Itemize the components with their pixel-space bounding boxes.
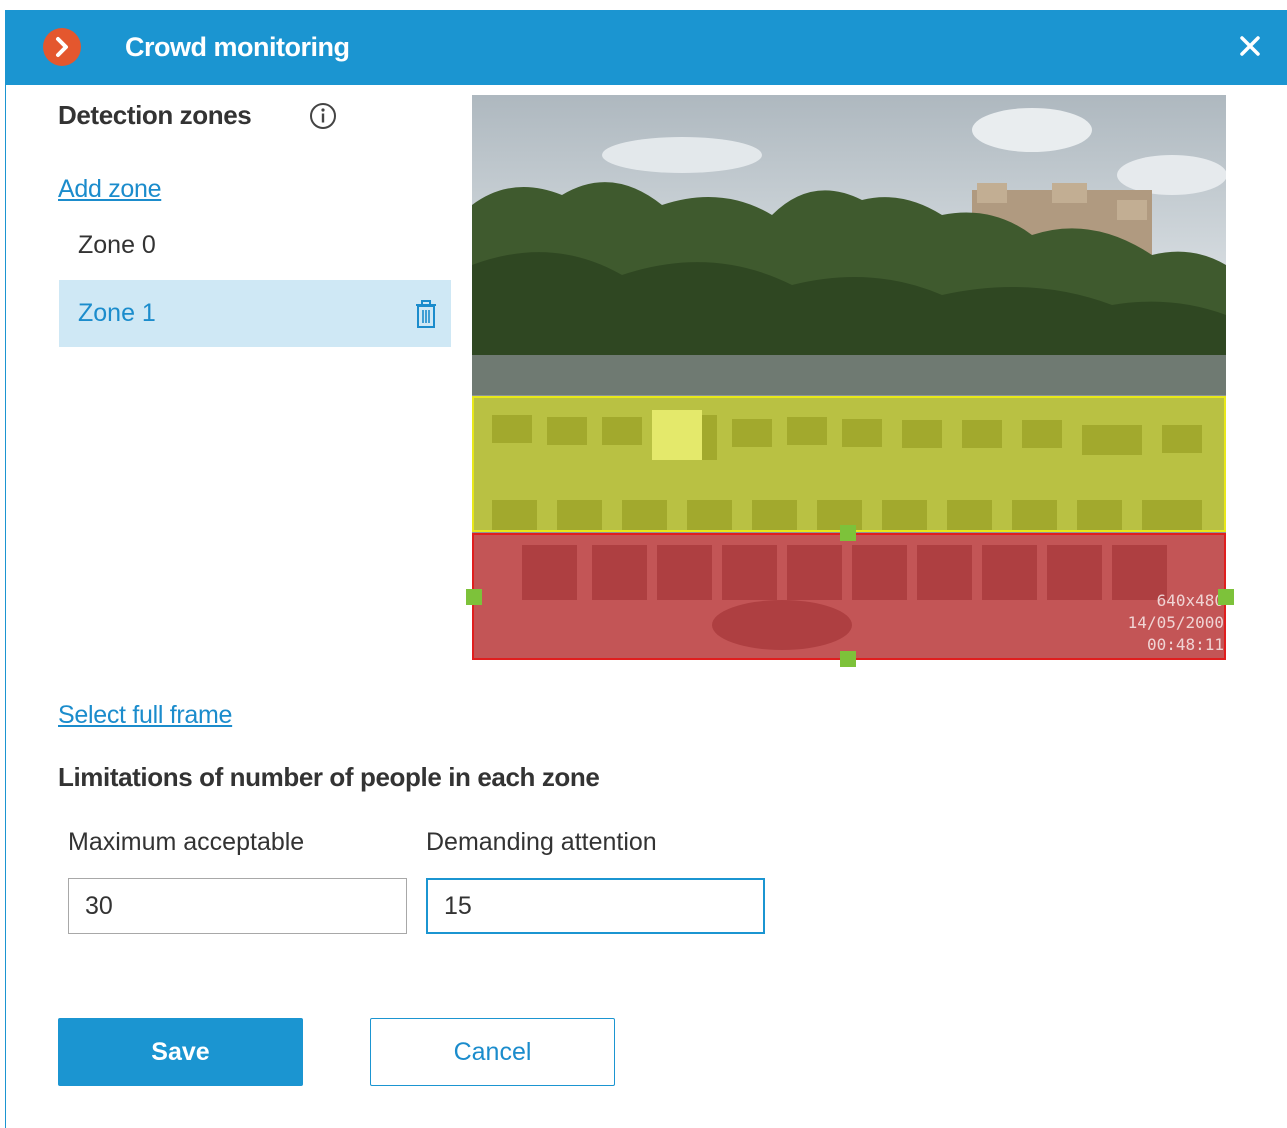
- zone-label: Zone 0: [78, 231, 156, 259]
- overlay-date: 14/05/2000: [1127, 613, 1224, 632]
- chevron-right-icon: [43, 28, 81, 66]
- zone-0-overlay[interactable]: [472, 396, 1226, 532]
- overlay-resolution: 640x480: [1156, 591, 1224, 610]
- max-acceptable-input[interactable]: [68, 878, 407, 934]
- save-button[interactable]: Save: [58, 1018, 303, 1086]
- zone-label: Zone 1: [78, 299, 156, 327]
- dialog-title: Crowd monitoring: [125, 32, 350, 62]
- close-icon: [1240, 36, 1260, 56]
- limits-title: Limitations of number of people in each …: [58, 762, 600, 792]
- zone-list-item-0[interactable]: Zone 0: [59, 212, 451, 279]
- overlay-time: 00:48:11: [1146, 635, 1224, 654]
- zone-list-item-1[interactable]: Zone 1: [59, 280, 451, 347]
- info-icon[interactable]: [308, 101, 338, 131]
- resize-handle-right[interactable]: [1218, 589, 1234, 605]
- detection-zones-title: Detection zones: [58, 100, 252, 130]
- demanding-attention-label: Demanding attention: [426, 828, 657, 856]
- trash-icon[interactable]: [413, 298, 439, 330]
- add-zone-link[interactable]: Add zone: [58, 175, 162, 204]
- resize-handle-left[interactable]: [466, 589, 482, 605]
- title-bar: Crowd monitoring: [6, 10, 1287, 85]
- demanding-attention-input[interactable]: [426, 878, 765, 934]
- zone-1-overlay[interactable]: 640x480 14/05/2000 00:48:11: [472, 533, 1226, 660]
- cancel-button[interactable]: Cancel: [370, 1018, 615, 1086]
- close-button[interactable]: [1234, 30, 1266, 62]
- resize-handle-bottom[interactable]: [840, 651, 856, 667]
- max-acceptable-label: Maximum acceptable: [68, 828, 305, 856]
- resize-handle-top[interactable]: [840, 525, 856, 541]
- select-full-frame-link[interactable]: Select full frame: [58, 701, 232, 730]
